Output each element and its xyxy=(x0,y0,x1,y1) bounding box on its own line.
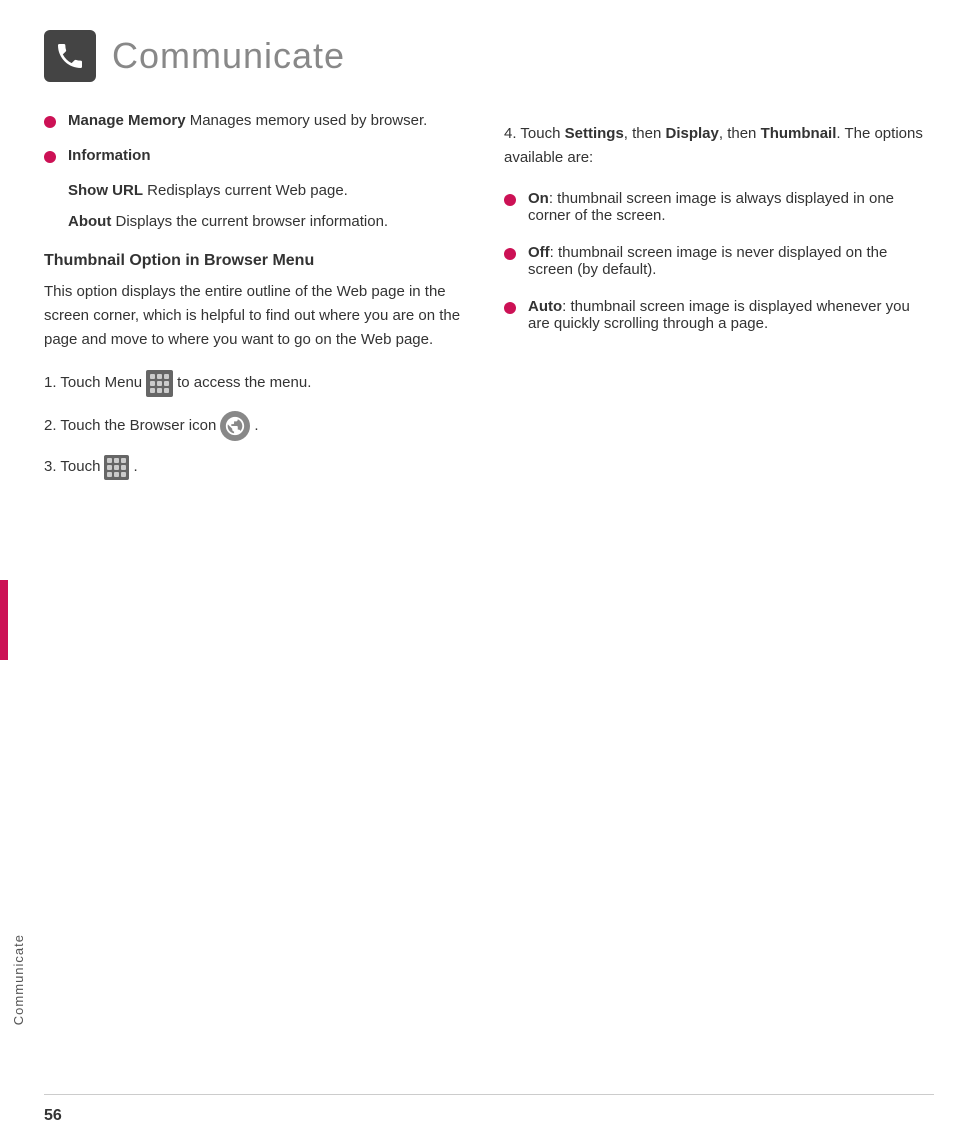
bullet-on: On: thumbnail screen image is always dis… xyxy=(504,190,934,224)
sidebar-label: Communicate xyxy=(11,934,26,1025)
step-4-text: 4. Touch Settings, then Display, then Th… xyxy=(504,122,934,170)
bullet-info-content: Information xyxy=(68,147,474,164)
browser-icon-svg xyxy=(224,415,246,437)
about-text: Displays the current browser information… xyxy=(111,213,388,230)
step-4-thumbnail: Thumbnail xyxy=(761,125,837,142)
step-3-prefix: 3. Touch xyxy=(44,456,100,479)
step-4-mid1: , then xyxy=(624,125,666,142)
step-4-mid2: , then xyxy=(719,125,761,142)
page-header: Communicate xyxy=(44,30,934,82)
content-columns: Manage Memory Manages memory used by bro… xyxy=(44,112,934,494)
step-3: 3. Touch . xyxy=(44,455,474,480)
about-item: About Displays the current browser infor… xyxy=(68,213,474,230)
browser-icon xyxy=(220,411,250,441)
show-url-text: Redisplays current Web page. xyxy=(143,182,348,199)
step-2-prefix: 2. Touch the Browser icon xyxy=(44,415,216,438)
bullet-dot-auto xyxy=(504,302,516,314)
left-column: Manage Memory Manages memory used by bro… xyxy=(44,112,474,494)
step-3-suffix: . xyxy=(133,456,137,479)
page-number: 56 xyxy=(44,1107,62,1125)
sidebar: Communicate xyxy=(0,0,36,1145)
bullet-information: Information xyxy=(44,147,474,164)
bullet-dot-off xyxy=(504,248,516,260)
manage-memory-term: Manage Memory xyxy=(68,112,186,129)
manage-memory-text: Manages memory used by browser. xyxy=(186,112,428,129)
bullet-dot xyxy=(44,116,56,128)
step-1-prefix: 1. Touch Menu xyxy=(44,372,142,395)
step-3-content: 3. Touch . xyxy=(44,455,138,480)
bullet-dot-on xyxy=(504,194,516,206)
show-url-item: Show URL Redisplays current Web page. xyxy=(68,182,474,199)
on-text: : thumbnail screen image is always displ… xyxy=(528,190,894,224)
menu-icon xyxy=(146,370,173,397)
off-text: : thumbnail screen image is never displa… xyxy=(528,244,887,278)
thumbnail-heading: Thumbnail Option in Browser Menu xyxy=(44,252,474,270)
bullet-off-content: Off: thumbnail screen image is never dis… xyxy=(528,244,934,278)
information-term: Information xyxy=(68,147,151,164)
step-4-settings: Settings xyxy=(565,125,624,142)
page-title: Communicate xyxy=(112,35,345,77)
grid-icon xyxy=(104,455,129,480)
bullet-off: Off: thumbnail screen image is never dis… xyxy=(504,244,934,278)
bottom-divider xyxy=(44,1094,934,1095)
about-term: About xyxy=(68,213,111,230)
header-icon xyxy=(44,30,96,82)
show-url-term: Show URL xyxy=(68,182,143,199)
bullet-auto-content: Auto: thumbnail screen image is displaye… xyxy=(528,298,934,332)
step-4-display: Display xyxy=(666,125,719,142)
step-1-content: 1. Touch Menu to access the menu. xyxy=(44,370,311,397)
sidebar-accent-bar xyxy=(0,580,8,660)
main-content: Communicate Manage Memory Manages memory… xyxy=(44,0,934,554)
step-4-prefix: 4. Touch xyxy=(504,125,565,142)
step-2: 2. Touch the Browser icon . xyxy=(44,411,474,441)
bullet-auto: Auto: thumbnail screen image is displaye… xyxy=(504,298,934,332)
step-2-content: 2. Touch the Browser icon . xyxy=(44,411,259,441)
thumbnail-description: This option displays the entire outline … xyxy=(44,280,474,352)
bullet-manage-memory: Manage Memory Manages memory used by bro… xyxy=(44,112,474,129)
step-2-suffix: . xyxy=(254,415,258,438)
bullet-on-content: On: thumbnail screen image is always dis… xyxy=(528,190,934,224)
on-term: On xyxy=(528,190,549,207)
info-section: Show URL Redisplays current Web page. Ab… xyxy=(68,182,474,230)
step-1-suffix: to access the menu. xyxy=(177,372,311,395)
off-term: Off xyxy=(528,244,550,261)
right-column: 4. Touch Settings, then Display, then Th… xyxy=(504,112,934,494)
auto-text: : thumbnail screen image is displayed wh… xyxy=(528,298,910,332)
phone-icon xyxy=(54,40,86,72)
bullet-content: Manage Memory Manages memory used by bro… xyxy=(68,112,474,129)
step-1: 1. Touch Menu to access the menu. xyxy=(44,370,474,397)
bullet-dot-2 xyxy=(44,151,56,163)
auto-term: Auto xyxy=(528,298,562,315)
